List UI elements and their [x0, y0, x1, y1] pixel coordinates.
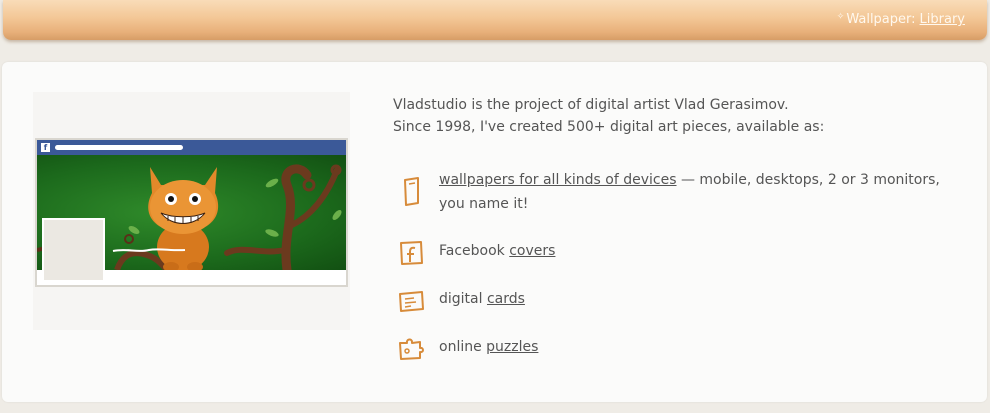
wallpapers-description: — mobile, desktops, 2 or 3 monitors,: [676, 172, 940, 188]
intro-line-1: Vladstudio is the project of digital art…: [393, 97, 789, 113]
card-icon: [399, 291, 424, 312]
top-bar: ✧ Wallpaper: Library: [3, 0, 987, 40]
wallpaper-label: Wallpaper:: [846, 12, 916, 27]
wallpapers-description-continued: you name it!: [439, 196, 529, 212]
intro-text: Vladstudio is the project of digital art…: [393, 94, 824, 138]
wallpaper-nav: ✧ Wallpaper: Library: [837, 12, 965, 27]
wallpapers-link[interactable]: wallpapers for all kinds of devices: [439, 172, 677, 188]
facebook-logo-icon: f: [41, 143, 50, 152]
profile-picture-placeholder: [42, 218, 105, 282]
facebook-cover-mockup[interactable]: f: [35, 138, 348, 287]
puzzles-link[interactable]: puzzles: [486, 339, 538, 355]
device-icon: [404, 177, 419, 206]
facebook-search-placeholder-bar: [55, 145, 183, 150]
puzzle-icon: [399, 338, 424, 360]
facebook-icon: [400, 241, 423, 265]
covers-prefix: Facebook: [439, 243, 510, 259]
covers-link[interactable]: covers: [509, 243, 555, 259]
cards-prefix: digital: [439, 291, 487, 307]
library-link[interactable]: Library: [920, 12, 965, 27]
cards-link[interactable]: cards: [487, 291, 525, 307]
intro-line-2: Since 1998, I've created 500+ digital ar…: [393, 119, 825, 135]
sparkle-icon: ✧: [836, 12, 845, 22]
puzzles-prefix: online: [439, 339, 487, 355]
facebook-top-bar: f: [37, 140, 346, 155]
